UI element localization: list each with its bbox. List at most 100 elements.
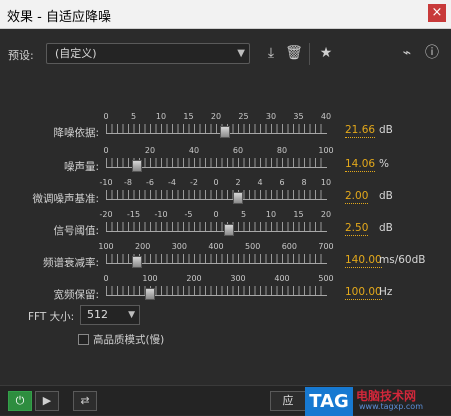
routing-icon[interactable]: ⌁ <box>398 44 416 62</box>
slider-thumb[interactable] <box>145 288 155 300</box>
tick-label: 10 <box>155 112 167 121</box>
parameter-unit: dB <box>379 222 393 234</box>
parameter-label: 降噪依据: <box>53 127 99 139</box>
preset-dropdown[interactable]: (自定义) ▼ <box>46 43 250 64</box>
tick-labels: 100 200 300 400 500 600 700 <box>98 242 333 252</box>
tick-label: 10 <box>320 178 332 187</box>
tick-label: 40 <box>320 112 332 121</box>
parameter-label: 宽频保留: <box>53 289 99 301</box>
slider-thumb[interactable] <box>233 192 243 204</box>
favorite-star-icon[interactable]: ★ <box>317 44 335 62</box>
tick-labels: -20 -15 -10 -5 0 5 10 15 20 <box>99 210 331 220</box>
parameter-row: 宽频保留: 0 100 200 300 400 500 100.00 Hz <box>0 274 451 301</box>
tick-label: -20 <box>99 210 113 219</box>
slider-thumb[interactable] <box>219 126 230 138</box>
high-quality-label: 高品质模式(慢) <box>93 334 165 346</box>
save-preset-icon[interactable]: ⤓ <box>262 44 280 62</box>
parameter-label: 信号阈值: <box>53 225 99 237</box>
tick-label: 100 <box>98 242 114 251</box>
close-button[interactable]: × <box>428 4 446 22</box>
parameter-label: 噪声量: <box>63 161 99 173</box>
parameter-value[interactable]: 100.00 <box>345 286 382 300</box>
watermark-url: www.tagxp.com <box>359 402 423 411</box>
high-quality-checkbox[interactable] <box>78 334 89 345</box>
parameter-row: 频谱衰减率: 100 200 300 400 500 600 700 140.00 ms/60dB <box>0 242 451 269</box>
slider-track[interactable] <box>106 190 327 200</box>
tick-labels: 0 100 200 300 400 500 <box>103 274 333 284</box>
tick-label: 15 <box>293 210 304 219</box>
tick-labels: 0 5 10 15 20 25 30 35 40 <box>103 112 331 122</box>
tick-labels: -10 -8 -6 -4 -2 0 2 4 6 8 10 <box>99 178 331 188</box>
tick-label: 8 <box>301 178 307 187</box>
tick-label: 200 <box>186 274 202 283</box>
tick-label: 0 <box>213 210 219 219</box>
effect-panel: 预设: (自定义) ▼ ⤓ 🗑 ★ ⌁ ⓘ 降噪依据: 0 5 10 15 20 25 30 3… <box>0 29 451 416</box>
tick-label: 4 <box>257 178 263 187</box>
tick-label: 500 <box>245 242 261 251</box>
play-button[interactable]: ▶ <box>35 391 59 411</box>
tick-label: -4 <box>168 178 176 187</box>
slider-thumb[interactable] <box>131 160 142 172</box>
tick-label: -15 <box>126 210 141 219</box>
tick-label: 5 <box>130 112 137 121</box>
slider-track[interactable] <box>106 286 327 296</box>
tick-label: 100 <box>142 274 158 283</box>
tick-label: 5 <box>240 210 247 219</box>
preset-label: 预设: <box>8 49 34 62</box>
tick-label: 80 <box>276 146 288 155</box>
parameter-value[interactable]: 21.66 <box>345 124 376 138</box>
title-bar: 效果 - 自适应降噪 × <box>0 0 451 29</box>
tick-label: 500 <box>318 274 334 283</box>
parameter-unit: dB <box>379 124 393 136</box>
parameter-row: 降噪依据: 0 5 10 15 20 25 30 35 40 21.66 dB <box>0 112 451 139</box>
parameter-row: 信号阈值: -20 -15 -10 -5 0 5 10 15 20 2.50 dB <box>0 210 451 237</box>
apply-button[interactable]: 应 <box>270 391 306 411</box>
slider-track[interactable] <box>106 124 327 134</box>
watermark-logo: TAG <box>305 387 353 416</box>
window-title: 效果 - 自适应降噪 <box>7 10 111 25</box>
tick-label: -5 <box>184 210 193 219</box>
tick-label: 0 <box>103 274 109 283</box>
fft-size-value: 512 <box>87 308 108 321</box>
parameter-row: 噪声量: 0 20 40 60 80 100 14.06% <box>0 146 451 173</box>
dropdown-arrow-icon: ▼ <box>237 48 245 59</box>
slider-thumb[interactable] <box>131 256 142 268</box>
tick-label: 0 <box>103 146 109 155</box>
tick-label: 40 <box>188 146 200 155</box>
tick-label: 35 <box>293 112 304 121</box>
power-toggle-icon[interactable]: ⏻ <box>8 391 32 411</box>
info-icon[interactable]: ⓘ <box>423 44 441 62</box>
slider-thumb[interactable] <box>224 224 235 236</box>
tick-label: 20 <box>210 112 222 121</box>
parameter-value[interactable]: 2.00 <box>345 190 369 204</box>
parameter-unit: % <box>379 158 389 170</box>
parameter-value[interactable]: 14.06 <box>345 158 376 172</box>
parameter-unit: Hz <box>379 286 393 298</box>
tick-label: 60 <box>232 146 244 155</box>
tick-label: 0 <box>103 112 109 121</box>
tick-label: 600 <box>281 242 297 251</box>
tick-label: -10 <box>154 210 168 219</box>
tick-label: 400 <box>274 274 290 283</box>
delete-preset-icon[interactable]: 🗑 <box>285 44 303 62</box>
slider-track[interactable] <box>106 222 327 232</box>
tick-label: 10 <box>265 210 277 219</box>
tick-label: -10 <box>99 178 113 187</box>
parameter-unit: dB <box>379 190 393 202</box>
parameter-row: 微调噪声基准: -10 -8 -6 -4 -2 0 2 4 6 8 10 2.00 dB <box>0 178 451 205</box>
fft-size-dropdown[interactable]: 512 ▼ <box>80 305 140 325</box>
parameter-value[interactable]: 140.00 <box>345 254 382 268</box>
tick-labels: 0 20 40 60 80 100 <box>103 146 333 156</box>
tick-label: -6 <box>146 178 154 187</box>
loop-button[interactable]: ⇄ <box>73 391 97 411</box>
footer-bar: ⏻ ▶ ⇄ 应 TAG 电脑技术网 www.tagxp.com <box>0 385 451 416</box>
tick-label: 20 <box>144 146 156 155</box>
tick-label: 6 <box>279 178 285 187</box>
tick-label: -2 <box>190 178 198 187</box>
tick-label: -8 <box>124 178 132 187</box>
tick-label: 300 <box>171 242 187 251</box>
parameter-value[interactable]: 2.50 <box>345 222 369 236</box>
tick-label: 2 <box>235 178 241 187</box>
tick-label: 25 <box>238 112 249 121</box>
tick-label: 200 <box>135 242 151 251</box>
